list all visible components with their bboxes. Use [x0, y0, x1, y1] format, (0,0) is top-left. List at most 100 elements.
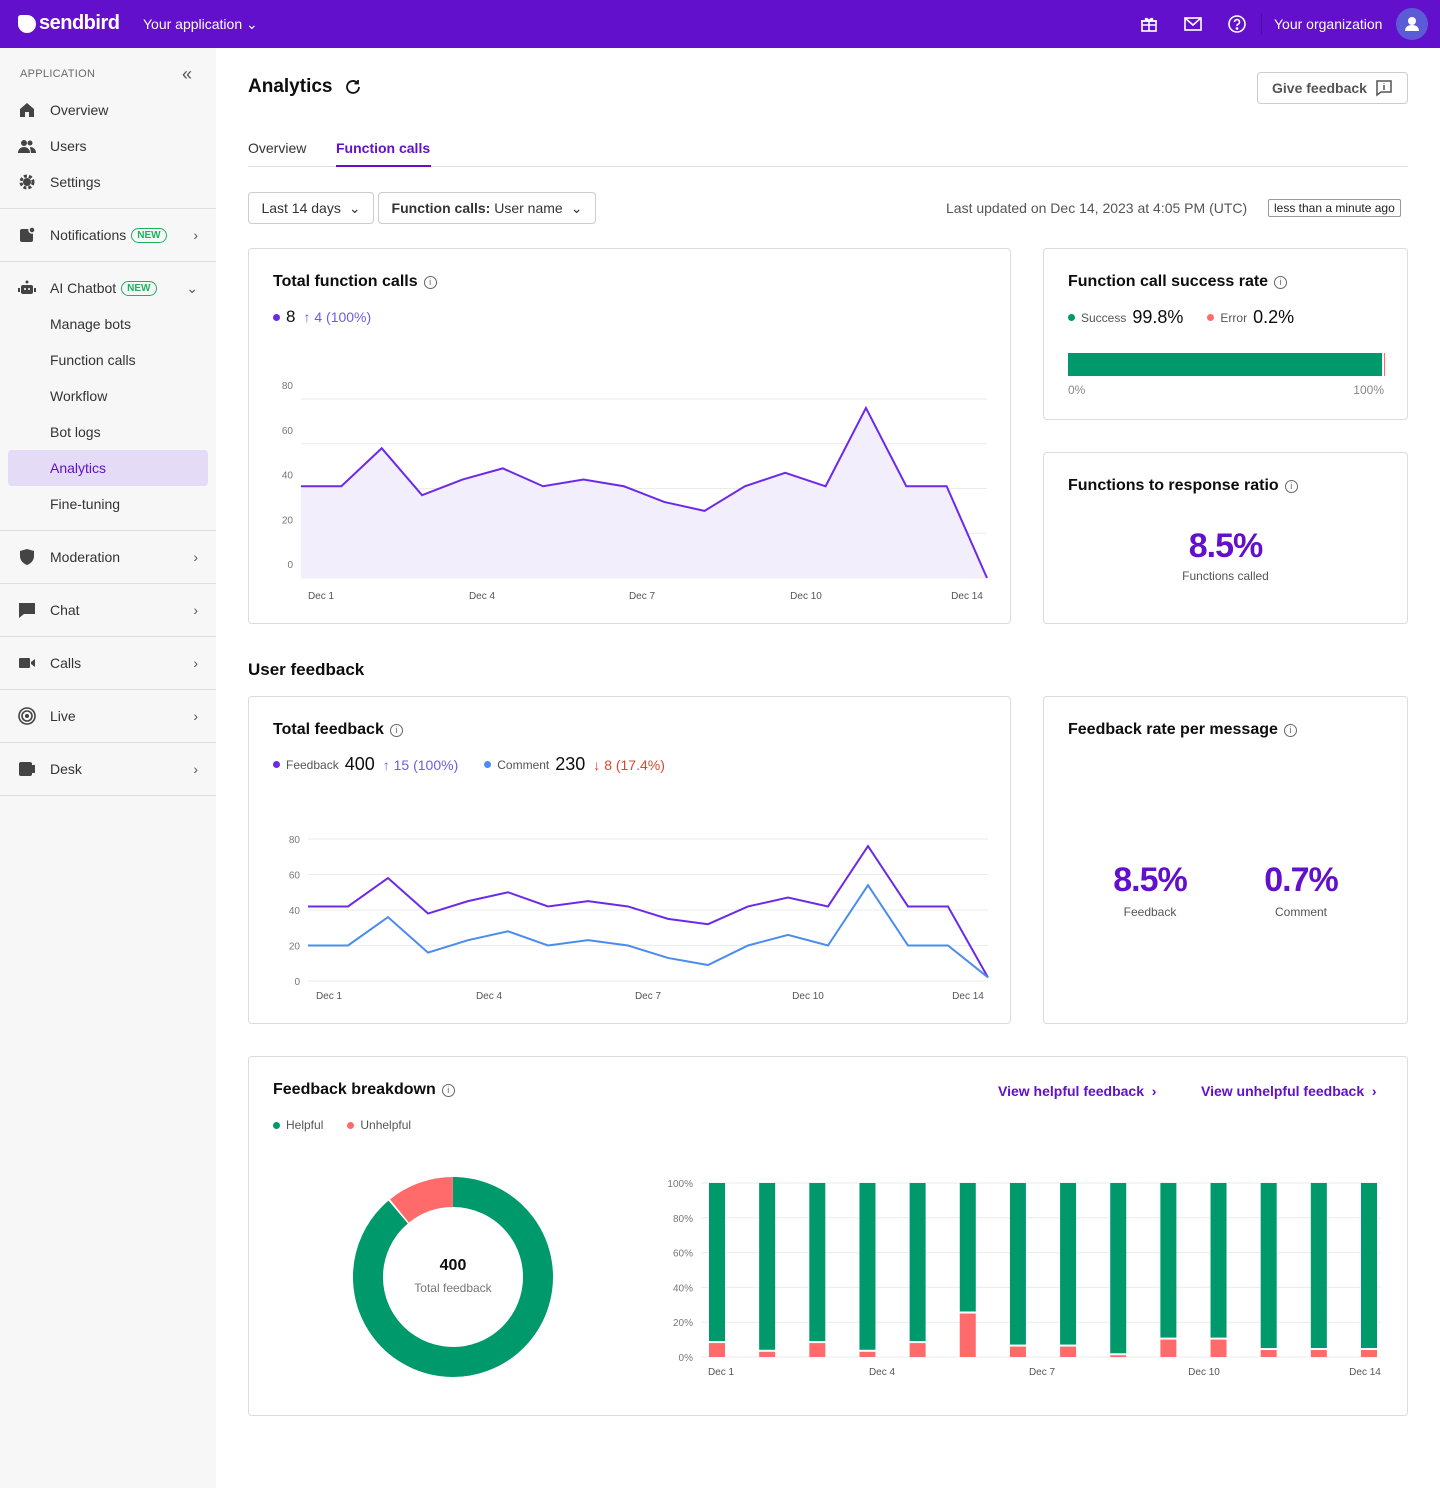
info-icon[interactable]: i: [1274, 275, 1288, 289]
feedback-breakdown-card: Feedback breakdown i View helpful feedbac…: [248, 1056, 1408, 1416]
bar-helpful: [709, 1183, 725, 1342]
info-icon[interactable]: i: [1283, 723, 1297, 737]
y-tick-label: 80%: [673, 1214, 693, 1225]
sidebar-item-users[interactable]: Users: [8, 128, 208, 164]
sidebar-divider: [0, 795, 216, 796]
ratio-caption: Functions called: [1182, 569, 1269, 583]
desk-icon: [19, 762, 35, 776]
gift-icon[interactable]: [1139, 14, 1159, 34]
sidebar-item-label: Users: [50, 138, 87, 154]
bar-unhelpful: [1060, 1346, 1077, 1357]
sidebar-item-live[interactable]: Live ›: [8, 698, 208, 734]
give-feedback-button[interactable]: Give feedback: [1257, 72, 1408, 104]
bar-helpful: [759, 1183, 776, 1350]
sidebar-item-calls[interactable]: Calls ›: [8, 645, 208, 681]
y-tick-label: 40: [282, 471, 294, 482]
sidebar-item-label: Analytics: [50, 460, 107, 476]
bar-unhelpful: [759, 1351, 776, 1357]
x-tick-label: Dec 14: [951, 591, 983, 602]
chevron-down-icon[interactable]: ⌄: [186, 280, 198, 297]
tab-function-calls[interactable]: Function calls: [336, 140, 430, 156]
chevron-right-icon[interactable]: ›: [193, 655, 198, 671]
sidebar-item-analytics[interactable]: Analytics: [8, 450, 208, 486]
function-calls-chart: 0 20 40 60 80 Dec 1 Dec 4 Dec 7 Dec 10 Dec 14: [282, 381, 988, 602]
feedback-rate-caption: Feedback: [1123, 905, 1177, 919]
organization-name[interactable]: Your organization: [1274, 16, 1382, 32]
bar-helpful: [1060, 1183, 1077, 1345]
sidebar-divider: [0, 689, 216, 690]
sidebar-divider: [0, 636, 216, 637]
y-tick-label: 80: [282, 381, 294, 392]
sidebar-item-chat[interactable]: Chat ›: [8, 592, 208, 628]
sidebar-item-overview[interactable]: Overview: [8, 92, 208, 128]
sendbird-logo[interactable]: sendbird: [18, 12, 120, 35]
chevron-right-icon[interactable]: ›: [193, 602, 198, 618]
sidebar-item-workflow[interactable]: Workflow: [8, 378, 208, 414]
sidebar-item-label: Live: [50, 708, 76, 724]
y-tick-label: 40%: [673, 1283, 693, 1294]
card-title: Functions to response ratio i: [1068, 477, 1298, 495]
bar-helpful: [1210, 1183, 1227, 1338]
chevron-right-icon[interactable]: ›: [193, 549, 198, 565]
sidebar-divider: [0, 261, 216, 262]
feedback-rate-value: 8.5%: [1113, 861, 1188, 899]
sidebar-item-ai-chatbot[interactable]: AI Chatbot NEW ⌄: [8, 270, 208, 306]
chevron-right-icon[interactable]: ›: [193, 761, 198, 777]
comment-rate-caption: Comment: [1274, 905, 1327, 919]
period-dropdown[interactable]: Last 14 days ⌄: [248, 192, 374, 224]
sidebar-item-fine-tuning[interactable]: Fine-tuning: [8, 486, 208, 522]
mail-icon[interactable]: [1183, 14, 1203, 34]
sidebar-item-label: Workflow: [50, 388, 108, 404]
card-title: Function call success rate i: [1068, 273, 1288, 291]
x-tick-label: Dec 14: [952, 991, 984, 1002]
sidebar-item-notifications[interactable]: Notifications NEW ›: [8, 217, 208, 253]
chevron-right-icon[interactable]: ›: [193, 227, 198, 243]
sidebar-divider: [0, 530, 216, 531]
bar-helpful: [1361, 1183, 1377, 1349]
y-tick-label: 60: [289, 871, 301, 882]
bar-helpful: [1260, 1183, 1277, 1349]
sidebar-item-manage-bots[interactable]: Manage bots: [8, 306, 208, 342]
chevron-down-icon: ⌄: [246, 16, 258, 32]
bar-unhelpful: [1160, 1339, 1177, 1357]
chevron-down-icon: ⌄: [348, 199, 361, 216]
help-icon[interactable]: [1227, 14, 1247, 34]
bar-unhelpful: [1009, 1346, 1026, 1357]
user-avatar[interactable]: [1396, 8, 1428, 40]
area-fill: [301, 407, 987, 578]
collapse-sidebar-icon[interactable]: «: [182, 64, 192, 85]
success-label: Success: [1081, 310, 1127, 325]
tab-overview[interactable]: Overview: [248, 140, 306, 156]
x-tick-label: Dec 10: [790, 591, 822, 602]
sidebar-item-label: Settings: [50, 174, 101, 190]
sidebar-item-label: AI Chatbot: [50, 280, 117, 296]
bar-unhelpful: [859, 1351, 876, 1357]
sidebar-item-bot-logs[interactable]: Bot logs: [8, 414, 208, 450]
group-by-dropdown[interactable]: Function calls: User name ⌄: [378, 192, 596, 224]
sidebar-item-settings[interactable]: Settings: [8, 164, 208, 200]
info-icon[interactable]: i: [1284, 479, 1298, 493]
ratio-value: 8.5%: [1188, 527, 1264, 565]
success-value: 99.8%: [1132, 307, 1184, 327]
page-title: Analytics: [248, 76, 333, 97]
breakdown-charts: 0% 20% 40% 60% 80% 100% Dec 1 Dec 4 Dec 7 Dec 10 D…: [353, 1177, 1381, 1378]
x-tick-label: Dec 10: [792, 991, 824, 1002]
total-function-calls-card: Total function calls i 8 ↑ 4 (100%) 0 20 40…: [248, 248, 1011, 624]
sidebar-divider: [0, 208, 216, 209]
sidebar-item-label: Overview: [50, 102, 109, 118]
sidebar-item-moderation[interactable]: Moderation ›: [8, 539, 208, 575]
bar-helpful: [1310, 1183, 1327, 1349]
donut-caption: Total feedback: [414, 1281, 492, 1295]
x-tick-label: Dec 7: [629, 591, 656, 602]
sidebar-divider: [0, 742, 216, 743]
sidebar-item-label: Function calls: [50, 352, 136, 368]
sidebar-item-function-calls[interactable]: Function calls: [8, 342, 208, 378]
last-updated-text: Last updated on Dec 14, 2023 at 4:05 PM …: [946, 200, 1248, 216]
chevron-right-icon[interactable]: ›: [193, 708, 198, 724]
sidebar-item-label: Manage bots: [50, 316, 131, 332]
sidebar-item-desk[interactable]: Desk ›: [8, 751, 208, 787]
bar-unhelpful: [1260, 1350, 1277, 1357]
refresh-icon[interactable]: [344, 78, 362, 96]
period-value: Last 14 days: [261, 200, 341, 216]
application-selector[interactable]: Your application ⌄: [143, 16, 258, 33]
